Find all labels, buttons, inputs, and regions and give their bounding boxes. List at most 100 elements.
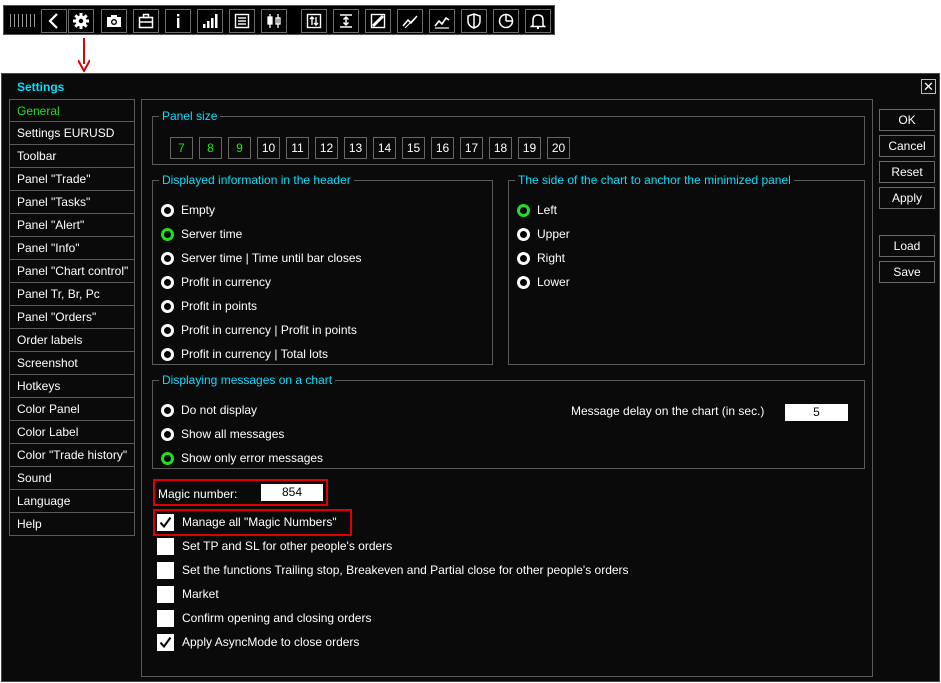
save-button[interactable]: Save: [879, 261, 935, 283]
panel-size-20-button[interactable]: 20: [547, 137, 570, 159]
header_info-option-profit-in-currency-profit-in-points[interactable]: Profit in currency | Profit in points: [161, 320, 357, 340]
radio-button-icon[interactable]: [161, 227, 174, 241]
radio-button-icon[interactable]: [517, 251, 530, 265]
bell-icon[interactable]: [525, 9, 551, 33]
radio-button-icon[interactable]: [517, 203, 530, 217]
sidebar-item-toolbar[interactable]: Toolbar: [9, 145, 135, 168]
radio-button-icon[interactable]: [161, 203, 174, 217]
gear-icon[interactable]: [68, 9, 94, 33]
header_info-option-server-time-time-until-bar-closes[interactable]: Server time | Time until bar closes: [161, 248, 362, 268]
message-delay-input[interactable]: 5: [785, 404, 848, 421]
radio-button-icon[interactable]: [517, 227, 530, 241]
header_info-option-empty[interactable]: Empty: [161, 200, 215, 220]
trend-icon[interactable]: [397, 9, 423, 33]
briefcase-icon[interactable]: [133, 9, 159, 33]
ok-button[interactable]: OK: [879, 109, 935, 131]
radio-button-icon[interactable]: [161, 451, 174, 465]
grip-icon[interactable]: [10, 14, 36, 27]
zigzag-icon[interactable]: [429, 9, 455, 33]
camera-icon[interactable]: [101, 9, 127, 33]
anchor_side-option-lower[interactable]: Lower: [517, 272, 570, 292]
checkbox-checked-icon[interactable]: [157, 633, 174, 651]
checkbox-manage-all-magic-numbers[interactable]: Manage all "Magic Numbers": [157, 512, 337, 532]
sidebar-item-panel-trade[interactable]: Panel "Trade": [9, 168, 135, 191]
checkbox-empty-icon[interactable]: [157, 609, 174, 627]
radio-button-icon[interactable]: [161, 403, 174, 417]
panel-size-10-button[interactable]: 10: [257, 137, 280, 159]
sidebar-item-color-label[interactable]: Color Label: [9, 421, 135, 444]
checkbox-set-tp-and-sl-for-other-people-s-orders[interactable]: Set TP and SL for other people's orders: [157, 536, 392, 556]
panel-size-17-button[interactable]: 17: [460, 137, 483, 159]
messages-option-show-all-messages[interactable]: Show all messages: [161, 424, 284, 444]
checkbox-checked-icon[interactable]: [157, 513, 174, 531]
header_info-option-profit-in-currency-total-lots[interactable]: Profit in currency | Total lots: [161, 344, 328, 364]
checkbox-set-the-functions-trailing-stop-breakeven-and-partial-close-for-other-people-s-orders[interactable]: Set the functions Trailing stop, Breakev…: [157, 560, 629, 580]
pie-chart-icon[interactable]: [493, 9, 519, 33]
sidebar-item-panel-info[interactable]: Panel "Info": [9, 237, 135, 260]
radio-button-icon[interactable]: [161, 251, 174, 265]
panel-size-18-button[interactable]: 18: [489, 137, 512, 159]
checkbox-market[interactable]: Market: [157, 584, 219, 604]
checkbox-label: Market: [182, 587, 219, 601]
radio-button-icon[interactable]: [161, 427, 174, 441]
panel-size-13-button[interactable]: 13: [344, 137, 367, 159]
sidebar-item-panel-alert[interactable]: Panel "Alert": [9, 214, 135, 237]
panel-size-16-button[interactable]: 16: [431, 137, 454, 159]
sidebar-item-panel-chart-control[interactable]: Panel "Chart control": [9, 260, 135, 283]
checkbox-empty-icon[interactable]: [157, 585, 174, 603]
sidebar-item-screenshot[interactable]: Screenshot: [9, 352, 135, 375]
panel-size-9-button[interactable]: 9: [228, 137, 251, 159]
cancel-button[interactable]: Cancel: [879, 135, 935, 157]
sidebar-item-panel-orders[interactable]: Panel "Orders": [9, 306, 135, 329]
apply-button[interactable]: Apply: [879, 187, 935, 209]
checkbox-apply-asyncmode-to-close-orders[interactable]: Apply AsyncMode to close orders: [157, 632, 359, 652]
back-arrow-icon[interactable]: [41, 9, 67, 33]
panel-size-7-button[interactable]: 7: [170, 137, 193, 159]
magic-number-input[interactable]: 854: [261, 484, 323, 501]
radio-button-icon[interactable]: [161, 299, 174, 313]
radio-button-icon[interactable]: [517, 275, 530, 289]
checkbox-confirm-opening-and-closing-orders[interactable]: Confirm opening and closing orders: [157, 608, 371, 628]
header_info-option-server-time[interactable]: Server time: [161, 224, 242, 244]
reset-button[interactable]: Reset: [879, 161, 935, 183]
sidebar-item-sound[interactable]: Sound: [9, 467, 135, 490]
chart-control-icon[interactable]: [301, 9, 327, 33]
list-icon[interactable]: [229, 9, 255, 33]
messages-option-show-only-error-messages[interactable]: Show only error messages: [161, 448, 323, 468]
candles-icon[interactable]: [261, 9, 287, 33]
panel-size-14-button[interactable]: 14: [373, 137, 396, 159]
sidebar-item-general[interactable]: General: [9, 99, 135, 122]
panel-size-11-button[interactable]: 11: [286, 137, 309, 159]
header_info-option-profit-in-currency[interactable]: Profit in currency: [161, 272, 271, 292]
panel-size-12-button[interactable]: 12: [315, 137, 338, 159]
radio-button-icon[interactable]: [161, 323, 174, 337]
panel-size-8-button[interactable]: 8: [199, 137, 222, 159]
checkbox-empty-icon[interactable]: [157, 561, 174, 579]
load-button[interactable]: Load: [879, 235, 935, 257]
anchor_side-option-upper[interactable]: Upper: [517, 224, 570, 244]
info-icon[interactable]: [165, 9, 191, 33]
shield-icon[interactable]: [461, 9, 487, 33]
anchor-line-icon[interactable]: [333, 9, 359, 33]
sidebar-item-settings-eurusd[interactable]: Settings EURUSD: [9, 122, 135, 145]
sidebar-item-color-trade-history[interactable]: Color "Trade history": [9, 444, 135, 467]
sidebar-item-help[interactable]: Help: [9, 513, 135, 536]
sidebar-item-panel-tr-br-pc[interactable]: Panel Tr, Br, Pc: [9, 283, 135, 306]
panel-size-15-button[interactable]: 15: [402, 137, 425, 159]
close-button[interactable]: ✕: [921, 79, 936, 94]
signal-bars-icon[interactable]: [197, 9, 223, 33]
anchor_side-option-left[interactable]: Left: [517, 200, 557, 220]
panel-size-19-button[interactable]: 19: [518, 137, 541, 159]
sidebar-item-panel-tasks[interactable]: Panel "Tasks": [9, 191, 135, 214]
ruler-icon[interactable]: [365, 9, 391, 33]
sidebar-item-hotkeys[interactable]: Hotkeys: [9, 375, 135, 398]
sidebar-item-color-panel[interactable]: Color Panel: [9, 398, 135, 421]
radio-button-icon[interactable]: [161, 275, 174, 289]
messages-option-do-not-display[interactable]: Do not display: [161, 400, 257, 420]
checkbox-empty-icon[interactable]: [157, 537, 174, 555]
anchor_side-option-right[interactable]: Right: [517, 248, 565, 268]
header_info-option-profit-in-points[interactable]: Profit in points: [161, 296, 257, 316]
radio-button-icon[interactable]: [161, 347, 174, 361]
sidebar-item-language[interactable]: Language: [9, 490, 135, 513]
sidebar-item-order-labels[interactable]: Order labels: [9, 329, 135, 352]
